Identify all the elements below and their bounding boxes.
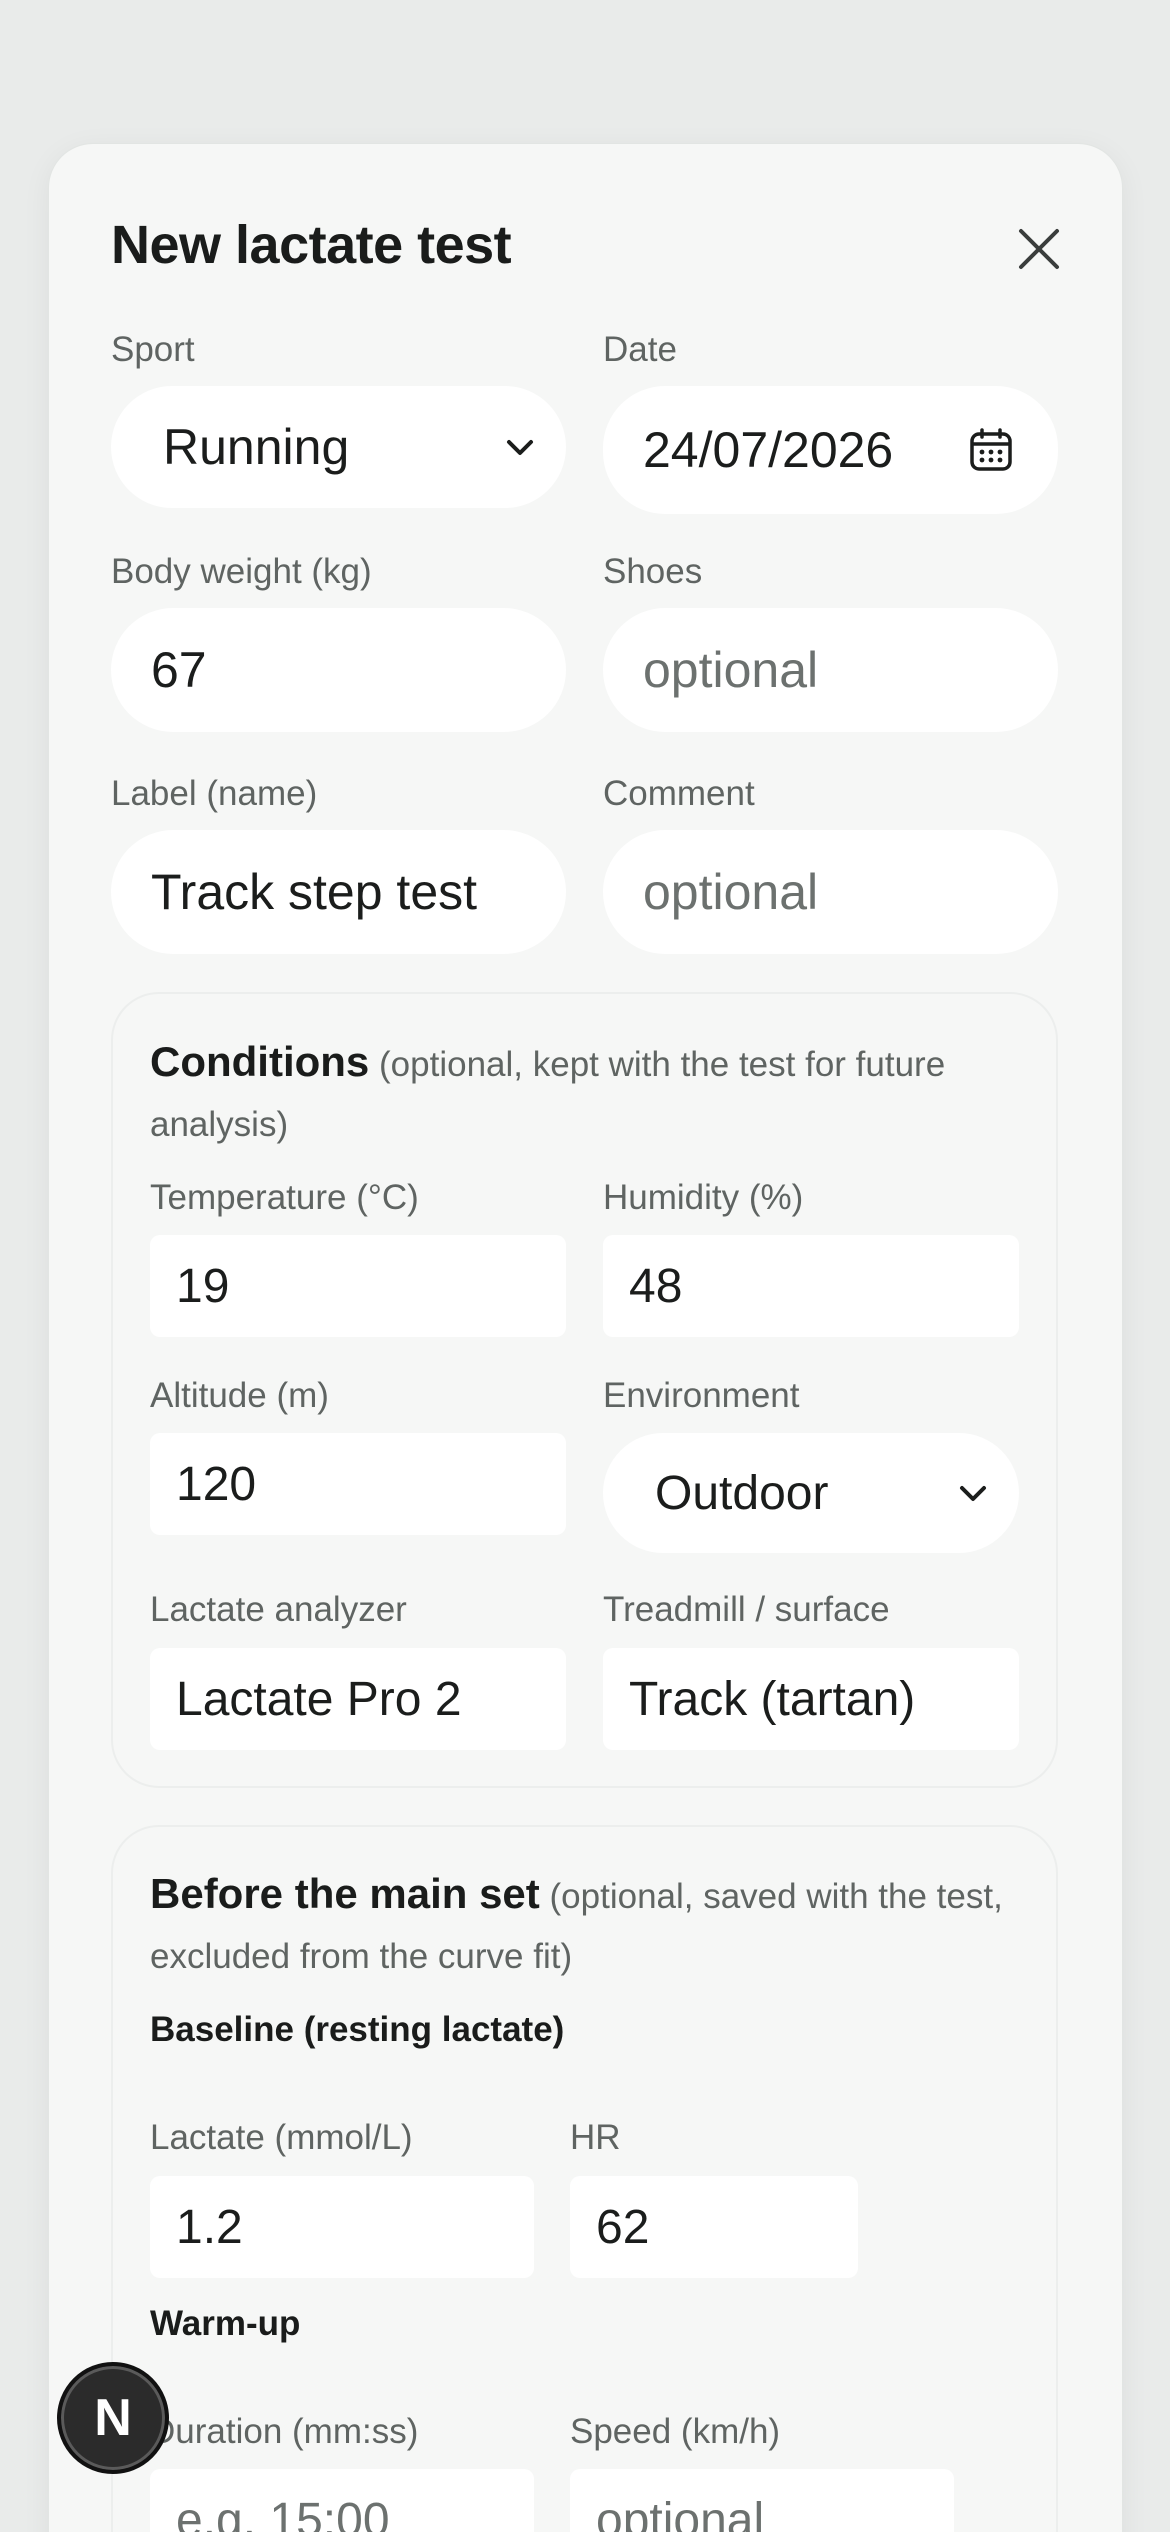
speed-placeholder: optional	[596, 2493, 765, 2532]
sport-value: Running	[163, 419, 350, 475]
close-icon	[1019, 229, 1059, 269]
avatar[interactable]: N	[57, 2362, 169, 2474]
date-input[interactable]: 24/07/2026	[603, 386, 1058, 514]
environment-label: Environment	[603, 1376, 800, 1415]
lactate-value: 1.2	[176, 2200, 243, 2254]
speed-label: Speed (km/h)	[570, 2412, 781, 2451]
chevron-down-icon	[507, 440, 533, 455]
altitude-input[interactable]: 120	[150, 1433, 566, 1535]
date-label: Date	[603, 330, 677, 369]
environment-value: Outdoor	[655, 1466, 829, 1520]
weight-value: 67	[151, 642, 207, 698]
baseline-title: Baseline (resting lactate)	[150, 2010, 565, 2049]
duration-input[interactable]: e.g. 15:00	[150, 2469, 534, 2532]
name-input[interactable]: Track step test	[111, 830, 566, 954]
humidity-value: 48	[629, 1259, 683, 1313]
pre-set-heading: Before the main set (optional, saved wit…	[150, 1864, 1020, 1987]
sport-label: Sport	[111, 330, 195, 369]
analyzer-label: Lactate analyzer	[150, 1590, 407, 1629]
avatar-letter: N	[94, 2389, 132, 2447]
duration-placeholder: e.g. 15:00	[176, 2493, 390, 2532]
lactate-input[interactable]: 1.2	[150, 2176, 534, 2278]
altitude-value: 120	[176, 1457, 257, 1511]
temperature-input[interactable]: 19	[150, 1235, 566, 1337]
duration-label: Duration (mm:ss)	[150, 2412, 419, 2451]
temperature-value: 19	[176, 1259, 230, 1313]
comment-placeholder: optional	[643, 864, 819, 920]
date-value: 24/07/2026	[643, 422, 894, 478]
modal-title: New lactate test	[111, 215, 512, 275]
surface-label: Treadmill / surface	[603, 1590, 890, 1629]
surface-input[interactable]: Track (tartan)	[603, 1648, 1019, 1750]
environment-select[interactable]: Outdoor	[603, 1433, 1019, 1553]
conditions-title: Conditions	[150, 1038, 370, 1085]
weight-label: Body weight (kg)	[111, 552, 372, 591]
name-value: Track step test	[151, 864, 478, 920]
lactate-label: Lactate (mmol/L)	[150, 2118, 413, 2157]
hr-label: HR	[570, 2118, 621, 2157]
temperature-label: Temperature (°C)	[150, 1178, 419, 1217]
comment-label: Comment	[603, 774, 755, 813]
calendar-icon[interactable]	[968, 427, 1014, 473]
shoes-label: Shoes	[603, 552, 703, 591]
hr-value: 62	[596, 2200, 650, 2254]
weight-input[interactable]: 67	[111, 608, 566, 732]
humidity-label: Humidity (%)	[603, 1178, 804, 1217]
altitude-label: Altitude (m)	[150, 1376, 329, 1415]
name-label: Label (name)	[111, 774, 318, 813]
analyzer-value: Lactate Pro 2	[176, 1672, 462, 1726]
comment-input[interactable]: optional	[603, 830, 1058, 954]
surface-value: Track (tartan)	[629, 1672, 916, 1726]
humidity-input[interactable]: 48	[603, 1235, 1019, 1337]
speed-input[interactable]: optional	[570, 2469, 954, 2532]
conditions-heading: Conditions (optional, kept with the test…	[150, 1032, 1020, 1155]
sport-select[interactable]: Running	[111, 386, 566, 508]
close-button[interactable]	[1012, 222, 1066, 276]
analyzer-input[interactable]: Lactate Pro 2	[150, 1648, 566, 1750]
chevron-down-icon	[960, 1486, 986, 1501]
shoes-placeholder: optional	[643, 642, 819, 698]
pre-set-title: Before the main set	[150, 1870, 540, 1917]
warmup-title: Warm-up	[150, 2304, 301, 2343]
shoes-input[interactable]: optional	[603, 608, 1058, 732]
hr-input[interactable]: 62	[570, 2176, 858, 2278]
